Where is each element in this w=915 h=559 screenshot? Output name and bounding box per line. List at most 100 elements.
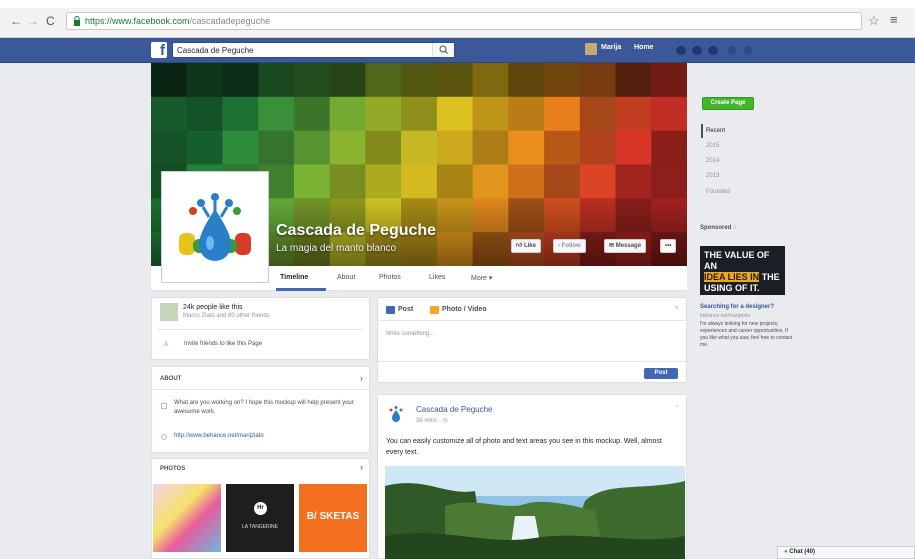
like-button[interactable]: 👍︎ Like	[511, 239, 541, 253]
chevron-down-icon[interactable]: ⌄	[674, 401, 680, 409]
post-timestamp[interactable]: 38 mins · ◷	[416, 417, 448, 424]
close-icon[interactable]: ×	[674, 303, 679, 312]
year-link[interactable]: Founded	[706, 189, 730, 195]
address-bar[interactable]: https://www.facebook.com/cascadadepeguch…	[66, 12, 862, 30]
facebook-top-bar: f Cascada de Peguche Marija Home	[0, 38, 915, 63]
cover-tile	[293, 164, 331, 199]
cover-tile	[472, 164, 509, 199]
year-link[interactable]: 2015	[706, 143, 719, 149]
post-author-avatar[interactable]	[386, 404, 406, 424]
page-title[interactable]: Cascada de Peguche	[276, 222, 436, 240]
friend-requests-icon[interactable]	[676, 46, 686, 55]
more-options-button[interactable]: •••	[660, 239, 677, 253]
chevron-right-icon[interactable]: ›	[360, 373, 363, 383]
chat-label: Chat (40)	[789, 549, 815, 555]
composer-input[interactable]: Write something...	[386, 331, 434, 337]
page-subtitle: La magia del manto blanco	[276, 243, 397, 254]
about-divider	[152, 389, 369, 390]
messages-icon[interactable]	[692, 46, 702, 55]
ad-image[interactable]: THE VALUE OF AN IDEA LIES IN THE USING O…	[700, 246, 785, 295]
logo-waterdrop-icon	[179, 193, 251, 261]
year-link[interactable]: 2014	[706, 158, 719, 164]
browser-menu-icon[interactable]: ≡	[890, 12, 898, 27]
friend-avatar	[160, 303, 178, 321]
home-link[interactable]: Home	[634, 44, 653, 51]
post-author[interactable]: Cascada de Peguche	[416, 405, 493, 414]
cover-tile	[293, 130, 331, 165]
message-button[interactable]: ✉ Message	[604, 239, 647, 253]
bookmark-star-icon[interactable]: ☆	[868, 13, 880, 29]
page-profile-picture[interactable]	[162, 172, 268, 282]
create-page-button[interactable]: Create Page	[702, 97, 754, 110]
user-avatar[interactable]	[585, 43, 597, 55]
ad-title[interactable]: Searching for a designer?	[700, 304, 774, 310]
chevron-right-icon[interactable]: ›	[360, 462, 363, 472]
friends-who-like[interactable]: Marco Zlato and 80 other friends	[183, 313, 270, 319]
chat-online-icon: ●	[784, 549, 788, 555]
cover-tile	[651, 96, 687, 132]
cover-tile	[615, 130, 652, 165]
composer-photo-tab[interactable]: Photo / Video	[442, 306, 487, 313]
like-count[interactable]: 24k people like this	[183, 304, 243, 311]
tab-timeline[interactable]: Timeline	[280, 274, 308, 281]
back-icon[interactable]: ←	[10, 15, 22, 27]
post-photo[interactable]	[385, 466, 685, 559]
cover-tile	[329, 96, 366, 132]
camera-icon	[430, 306, 439, 314]
brand-logo-icon: Hr	[254, 502, 267, 515]
message-icon: ✉	[609, 243, 615, 249]
notifications-icon[interactable]	[708, 46, 718, 55]
search-input[interactable]: Cascada de Peguche	[172, 42, 455, 58]
facebook-logo-icon[interactable]: f	[151, 42, 167, 58]
globe-icon	[161, 434, 167, 440]
cover-tile	[365, 96, 402, 132]
year-link[interactable]: Recent	[706, 128, 725, 134]
cover-tile	[579, 130, 616, 165]
url-host: https://www.facebook.com	[85, 16, 190, 26]
cover-tile	[151, 130, 188, 165]
forward-icon[interactable]: →	[27, 15, 39, 27]
ad-link[interactable]: behance.net/marijzlato	[700, 313, 750, 319]
tab-more[interactable]: More ▾	[471, 274, 492, 282]
tab-likes[interactable]: Likes	[429, 274, 445, 281]
website-link[interactable]: http://www.behance.net/marijzlato	[174, 433, 264, 439]
cover-tile	[329, 130, 366, 165]
cover-tile	[186, 130, 223, 165]
about-card: ABOUT › What are you working on? I hope …	[151, 366, 370, 453]
privacy-icon[interactable]	[728, 46, 736, 55]
chat-bar[interactable]: ● Chat (40)	[777, 546, 915, 559]
thumbs-up-icon: 👍︎	[516, 243, 523, 249]
cover-tile	[651, 164, 687, 199]
user-name-link[interactable]: Marija	[601, 44, 621, 51]
cover-tile	[472, 96, 509, 132]
photo-thumbnail[interactable]: B/ SKETAS	[299, 484, 367, 552]
tab-about[interactable]: About	[337, 274, 355, 281]
follow-button[interactable]: › Follow	[553, 239, 586, 253]
likes-card: 24k people like this Marco Zlato and 80 …	[151, 297, 370, 360]
photo-thumbnail[interactable]: Hr LA TANGERINE	[226, 484, 294, 552]
search-button[interactable]	[432, 43, 454, 57]
invite-friends-link[interactable]: Invite friends to like this Page	[184, 341, 262, 347]
like-label: Like	[523, 243, 536, 249]
account-menu-icon[interactable]	[744, 46, 752, 55]
reload-icon[interactable]: C	[46, 15, 55, 27]
timeline-year-indicator	[701, 124, 703, 138]
cover-tile	[436, 63, 474, 98]
tab-photos[interactable]: Photos	[379, 274, 401, 281]
ad-highlight: IDEA LIES IN	[704, 272, 760, 282]
ad-body: I'm always looking for new projects, exp…	[700, 321, 793, 348]
about-header[interactable]: ABOUT	[160, 376, 181, 382]
cover-tile	[401, 63, 438, 98]
sponsored-label: Sponsored ◌	[700, 225, 737, 231]
photo-caption: LA TANGERINE	[242, 524, 278, 530]
waterfall-photo	[385, 466, 685, 559]
post-text: You can easily customize all of photo an…	[386, 438, 662, 456]
composer-post-tab[interactable]: Post	[398, 306, 413, 313]
year-link[interactable]: 2013	[706, 173, 719, 179]
cover-tile	[401, 164, 438, 199]
post-button[interactable]: Post	[644, 368, 678, 379]
search-value: Cascada de Peguche	[177, 46, 254, 55]
photos-header[interactable]: PHOTOS	[160, 466, 185, 472]
photo-thumbnail[interactable]	[153, 484, 221, 552]
about-description: What are you working on? I hope this moc…	[174, 400, 354, 415]
